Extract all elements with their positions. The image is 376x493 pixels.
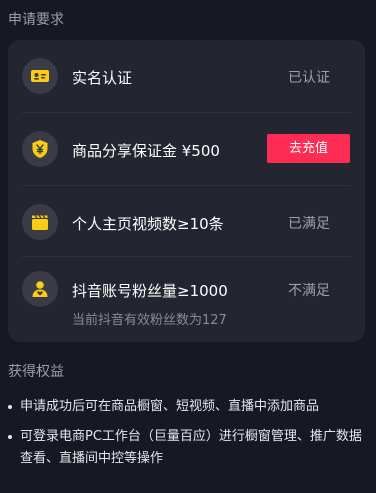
benefits-heading: 获得权益: [8, 364, 64, 380]
recharge-button[interactable]: 去充值: [267, 134, 350, 163]
id-card-icon: [22, 58, 58, 94]
requirement-label: 个人主页视频数≥10条: [72, 215, 224, 233]
list-item: 申请成功后可在商品橱窗、短视频、直播中添加商品: [8, 396, 368, 418]
requirement-subtext: 当前抖音有效粉丝数为127: [72, 313, 227, 328]
requirement-label: 实名认证: [72, 69, 133, 87]
requirement-label: 商品分享保证金 ¥500: [72, 142, 220, 160]
requirement-real-name: 实名认证 已认证: [8, 40, 365, 112]
bullet-icon: [8, 405, 12, 409]
requirements-card: 实名认证 已认证 商品分享保证金 ¥500 去充值 个人主页视频数≥10条 已满…: [8, 40, 365, 342]
requirements-heading: 申请要求: [8, 12, 64, 28]
fans-icon: [22, 271, 58, 307]
benefit-text: 申请成功后可在商品橱窗、短视频、直播中添加商品: [20, 399, 320, 414]
requirement-status: 已认证: [288, 70, 330, 86]
apply-requirements-page: 申请要求 实名认证 已认证 商品分享保证金 ¥500 去充值 个人主页视频数≥1…: [0, 0, 376, 493]
benefits-list: 申请成功后可在商品橱窗、短视频、直播中添加商品 可登录电商PC工作台（巨量百应）…: [8, 396, 368, 478]
bullet-icon: [8, 435, 12, 439]
requirement-status: 不满足: [288, 283, 330, 299]
requirement-videos: 个人主页视频数≥10条 已满足: [8, 186, 365, 258]
shield-yen-icon: [22, 131, 58, 167]
benefit-text: 可登录电商PC工作台（巨量百应）进行橱窗管理、推广数据查看、直播间中控等操作: [20, 429, 362, 466]
list-item: 可登录电商PC工作台（巨量百应）进行橱窗管理、推广数据查看、直播间中控等操作: [8, 426, 368, 470]
video-clapper-icon: [22, 204, 58, 240]
requirement-status: 已满足: [288, 216, 330, 232]
requirement-fans: 抖音账号粉丝量≥1000 不满足 当前抖音有效粉丝数为127: [8, 257, 365, 342]
requirement-label: 抖音账号粉丝量≥1000: [72, 282, 228, 300]
requirement-deposit: 商品分享保证金 ¥500 去充值: [8, 113, 365, 185]
